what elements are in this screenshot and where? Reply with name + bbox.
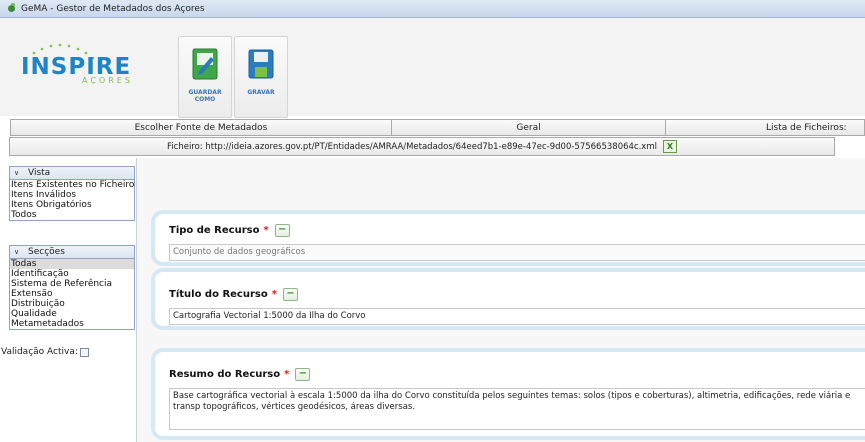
tipo-recurso-field[interactable]: Conjunto de dados geográficos (169, 244, 865, 261)
vista-item[interactable]: Todos (10, 210, 134, 220)
seccoes-header-label: Secções (28, 247, 65, 257)
vista-list: Itens Existentes no Ficheiro Itens Invál… (9, 180, 135, 221)
collapse-button[interactable]: − (274, 224, 290, 237)
chevron-down-icon: ∨ (14, 248, 20, 256)
panel-resumo-recurso: Resumo do Recurso * − Base cartográfica … (151, 348, 865, 440)
tab-lista-ficheiros[interactable]: Lista de Ficheiros: (665, 119, 865, 136)
field-label: Título do Recurso (169, 289, 268, 300)
field-label: Resumo do Recurso (169, 369, 281, 380)
save-as-label-2: COMO (194, 96, 216, 103)
titulo-recurso-field[interactable]: Cartografia Vectorial 1:5000 da Ilha do … (169, 308, 865, 325)
chevron-down-icon: ∨ (14, 169, 20, 177)
title-bar: GeMA - Gestor de Metadados dos Açores (0, 0, 865, 18)
file-path: Ficheiro: http://ideia.azores.gov.pt/PT/… (167, 141, 657, 152)
main-tabs: Escolher Fonte de Metadados Geral Lista … (10, 119, 865, 136)
validation-toggle[interactable]: Validação Activa: (1, 347, 89, 357)
seccoes-list: Todas Identificação Sistema de Referênci… (9, 259, 135, 330)
required-marker: * (263, 225, 269, 236)
resumo-recurso-field[interactable]: Base cartográfica vectorial à escala 1:5… (169, 388, 865, 430)
section-item-metametadados[interactable]: Metametadados (10, 319, 134, 329)
section-item-identificacao[interactable]: Identificação (10, 269, 134, 279)
panel-tipo-recurso: Tipo de Recurso * − Conjunto de dados ge… (151, 210, 865, 266)
validation-label: Validação Activa: (1, 347, 78, 357)
save-as-icon (192, 48, 218, 80)
tab-escolher-fonte[interactable]: Escolher Fonte de Metadados (10, 119, 391, 136)
inspire-acores-logo: INSPIRE AÇORES (21, 43, 133, 84)
vista-item[interactable]: Itens Existentes no Ficheiro (10, 180, 134, 190)
save-icon (248, 49, 274, 79)
collapse-button[interactable]: − (282, 288, 298, 301)
collapse-button[interactable]: − (295, 368, 311, 381)
section-item-todas[interactable]: Todas (10, 259, 134, 269)
section-item-distribuicao[interactable]: Distribuição (10, 299, 134, 309)
vista-header[interactable]: ∨ Vista (9, 166, 135, 180)
file-tab[interactable]: Ficheiro: http://ideia.azores.gov.pt/PT/… (9, 137, 835, 156)
field-label: Tipo de Recurso (169, 225, 260, 236)
vista-item[interactable]: Itens Inválidos (10, 190, 134, 200)
section-item-extensao[interactable]: Extensão (10, 289, 134, 299)
validation-checkbox[interactable] (79, 347, 89, 357)
app-icon (8, 3, 15, 12)
section-item-sistema-referencia[interactable]: Sistema de Referência (10, 279, 134, 289)
save-as-button[interactable]: GUARDAR COMO (178, 36, 232, 118)
section-item-qualidade[interactable]: Qualidade (10, 309, 134, 319)
seccoes-header[interactable]: ∨ Secções (9, 245, 135, 259)
window-title: GeMA - Gestor de Metadados dos Açores (21, 3, 205, 14)
vista-header-label: Vista (28, 168, 51, 178)
save-button[interactable]: GRAVAR (234, 36, 288, 118)
panel-titulo-recurso: Título do Recurso * − Cartografia Vector… (151, 268, 865, 330)
save-label: GRAVAR (247, 89, 275, 96)
save-as-label-1: GUARDAR (188, 89, 222, 96)
close-file-button[interactable]: X (662, 140, 677, 153)
required-marker: * (271, 289, 277, 300)
vista-item[interactable]: Itens Obrigatórios (10, 200, 134, 210)
required-marker: * (284, 369, 290, 380)
tab-geral[interactable]: Geral (391, 119, 665, 136)
main-content: Tipo de Recurso * − Conjunto de dados ge… (137, 158, 865, 442)
logo-sub-text: AÇORES (82, 76, 133, 84)
